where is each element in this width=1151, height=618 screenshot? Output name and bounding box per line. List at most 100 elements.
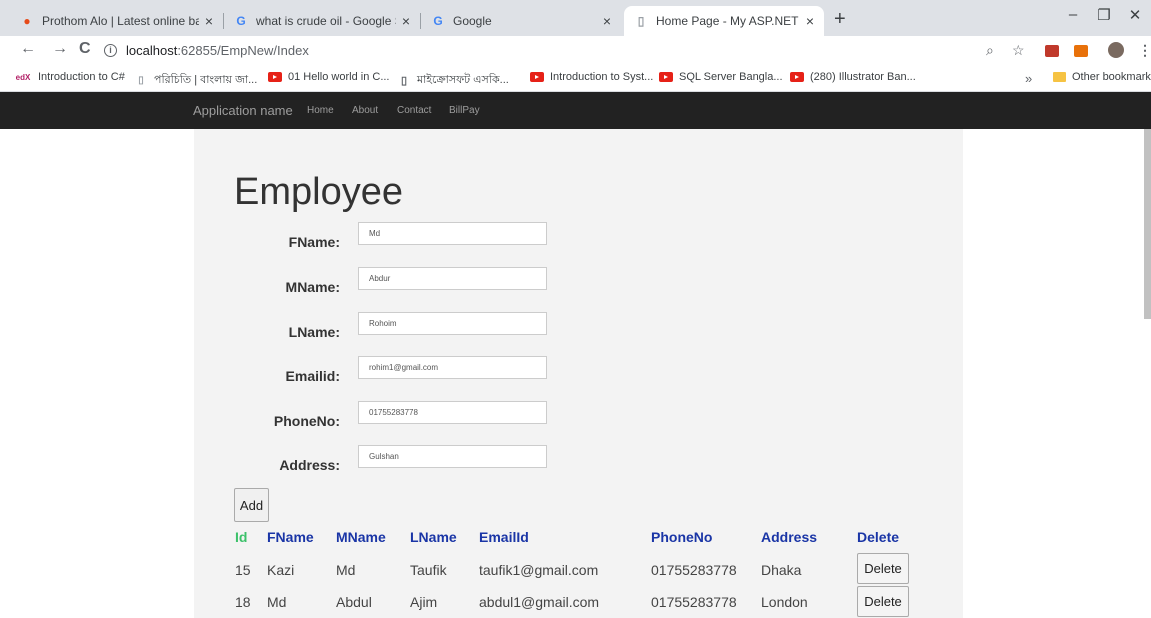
new-tab-button[interactable]: + — [834, 8, 846, 31]
fname-label: FName: — [288, 234, 340, 250]
emailid-input[interactable] — [358, 356, 547, 379]
edx-icon: edX — [14, 72, 32, 82]
add-button[interactable]: Add — [234, 488, 269, 522]
minimize-button[interactable]: – — [1058, 6, 1088, 23]
bookmark-item[interactable]: edX Introduction to C# — [14, 71, 125, 83]
address-input[interactable] — [358, 445, 547, 468]
column-header-delete: Delete — [857, 529, 900, 545]
cell-lname: Ajim — [410, 594, 438, 610]
lname-label: LName: — [288, 324, 340, 340]
tab-google-search[interactable]: G what is crude oil - Google Search × — [224, 6, 420, 36]
folder-icon — [1053, 72, 1066, 82]
cell-id: 18 — [235, 594, 251, 610]
page-icon: ▯ — [134, 75, 148, 86]
close-tab-icon[interactable]: × — [205, 13, 213, 29]
youtube-icon — [659, 72, 673, 82]
phoneno-label: PhoneNo: — [273, 413, 340, 429]
cell-mname: Abdul — [336, 594, 372, 610]
prothom-alo-icon: ● — [23, 14, 31, 28]
emailid-label: Emailid: — [285, 368, 340, 384]
cell-phone: 01755283778 — [651, 594, 737, 610]
delete-button[interactable]: Delete — [857, 586, 909, 617]
bookmark-label: মাইক্রোসফট এসকি... — [417, 74, 509, 86]
tab-title: Google — [453, 14, 492, 28]
nav-billpay-link[interactable]: BillPay — [449, 105, 480, 116]
column-header-emailid: EmailId — [479, 529, 529, 545]
tab-home-page[interactable]: ▯ Home Page - My ASP.NET Applic × — [624, 6, 824, 36]
nav-home-link[interactable]: Home — [307, 105, 334, 116]
tab-title: Prothom Alo | Latest online bang — [42, 14, 199, 28]
close-window-button[interactable]: ✕ — [1120, 6, 1150, 24]
document-icon: ▯ — [397, 75, 411, 87]
site-navbar: Application name Home About Contact Bill… — [0, 92, 1151, 129]
bookmark-item[interactable]: Introduction to Syst... — [530, 71, 653, 83]
delete-button[interactable]: Delete — [857, 553, 909, 584]
profile-avatar[interactable] — [1108, 42, 1124, 58]
zoom-icon[interactable]: ⌕ — [986, 42, 994, 59]
google-icon: G — [433, 14, 443, 28]
nav-contact-link[interactable]: Contact — [397, 105, 431, 116]
extension-icon[interactable] — [1045, 45, 1059, 57]
fname-input[interactable] — [358, 222, 547, 245]
reload-icon[interactable]: C — [79, 40, 91, 58]
close-tab-icon[interactable]: × — [402, 13, 410, 29]
youtube-icon — [790, 72, 804, 82]
bookmark-label: পরিচিতি | বাংলায় জা... — [154, 74, 258, 86]
tab-prothom-alo[interactable]: ● Prothom Alo | Latest online bang × — [10, 6, 223, 36]
back-icon[interactable]: ← — [20, 40, 36, 58]
page-scrollbar[interactable] — [1144, 129, 1151, 319]
phoneno-input[interactable] — [358, 401, 547, 424]
tab-google[interactable]: G Google × — [421, 6, 621, 36]
other-bookmarks-folder[interactable]: Other bookmarks — [1053, 71, 1151, 83]
column-header-phoneno: PhoneNo — [651, 529, 713, 545]
url-host: localhost — [126, 42, 178, 58]
nav-about-link[interactable]: About — [352, 105, 378, 116]
bookmark-item[interactable]: (280) Illustrator Ban... — [790, 71, 916, 83]
cell-fname: Md — [267, 594, 287, 610]
cell-mname: Md — [336, 562, 356, 578]
youtube-icon — [268, 72, 282, 82]
other-bookmarks-label: Other bookmarks — [1072, 71, 1151, 83]
cell-id: 15 — [235, 562, 251, 578]
tab-title: Home Page - My ASP.NET Applic — [656, 14, 800, 28]
bookmarks-overflow-button[interactable]: » — [1025, 71, 1032, 86]
forward-icon[interactable]: → — [52, 40, 68, 58]
lname-input[interactable] — [358, 312, 547, 335]
bookmark-item[interactable]: 01 Hello world in C... — [268, 71, 390, 83]
restore-button[interactable]: ❐ — [1089, 6, 1119, 24]
bookmark-item[interactable]: SQL Server Bangla... — [659, 71, 783, 83]
bookmark-label: SQL Server Bangla... — [679, 71, 783, 83]
column-header-lname: LName — [410, 529, 457, 545]
star-icon[interactable]: ☆ — [1012, 42, 1025, 59]
menu-icon[interactable]: ⋮ — [1138, 42, 1151, 59]
bookmark-label: Introduction to C# — [38, 71, 125, 83]
info-icon[interactable]: i — [104, 43, 117, 57]
extension-icon[interactable] — [1074, 45, 1088, 57]
page-title: Employee — [234, 171, 403, 213]
column-header-id: Id — [235, 529, 248, 545]
cell-email: taufik1@gmail.com — [479, 562, 599, 578]
cell-phone: 01755283778 — [651, 562, 737, 578]
bookmark-item[interactable]: ▯ পরিচিতি | বাংলায় জা... — [134, 71, 257, 90]
url-path: :62855/EmpNew/Index — [177, 42, 309, 58]
bookmark-label: (280) Illustrator Ban... — [810, 71, 916, 83]
mname-label: MName: — [285, 279, 340, 295]
close-tab-icon[interactable]: × — [806, 13, 814, 29]
address-label: Address: — [279, 457, 340, 473]
browser-toolbar: ← → C i localhost:62855/EmpNew/Index ⌕ ☆… — [0, 36, 1151, 64]
mname-input[interactable] — [358, 267, 547, 290]
column-header-address: Address — [761, 529, 818, 545]
bookmarks-bar: edX Introduction to C# ▯ পরিচিতি | বাংলা… — [0, 64, 1151, 92]
address-bar[interactable]: i localhost:62855/EmpNew/Index — [104, 40, 924, 60]
bookmark-label: 01 Hello world in C... — [288, 71, 390, 83]
cell-email: abdul1@gmail.com — [479, 594, 600, 610]
page-icon: ▯ — [637, 14, 645, 28]
browser-tab-strip: ● Prothom Alo | Latest online bang × G w… — [0, 0, 1151, 36]
bookmark-label: Introduction to Syst... — [550, 71, 654, 83]
bookmark-item[interactable]: ▯ মাইক্রোসফট এসকি... — [397, 71, 509, 90]
cell-fname: Kazi — [267, 562, 295, 578]
column-header-mname: MName — [336, 529, 386, 545]
brand-link[interactable]: Application name — [193, 103, 293, 118]
tab-title: what is crude oil - Google Search — [256, 14, 396, 28]
close-tab-icon[interactable]: × — [603, 13, 611, 29]
